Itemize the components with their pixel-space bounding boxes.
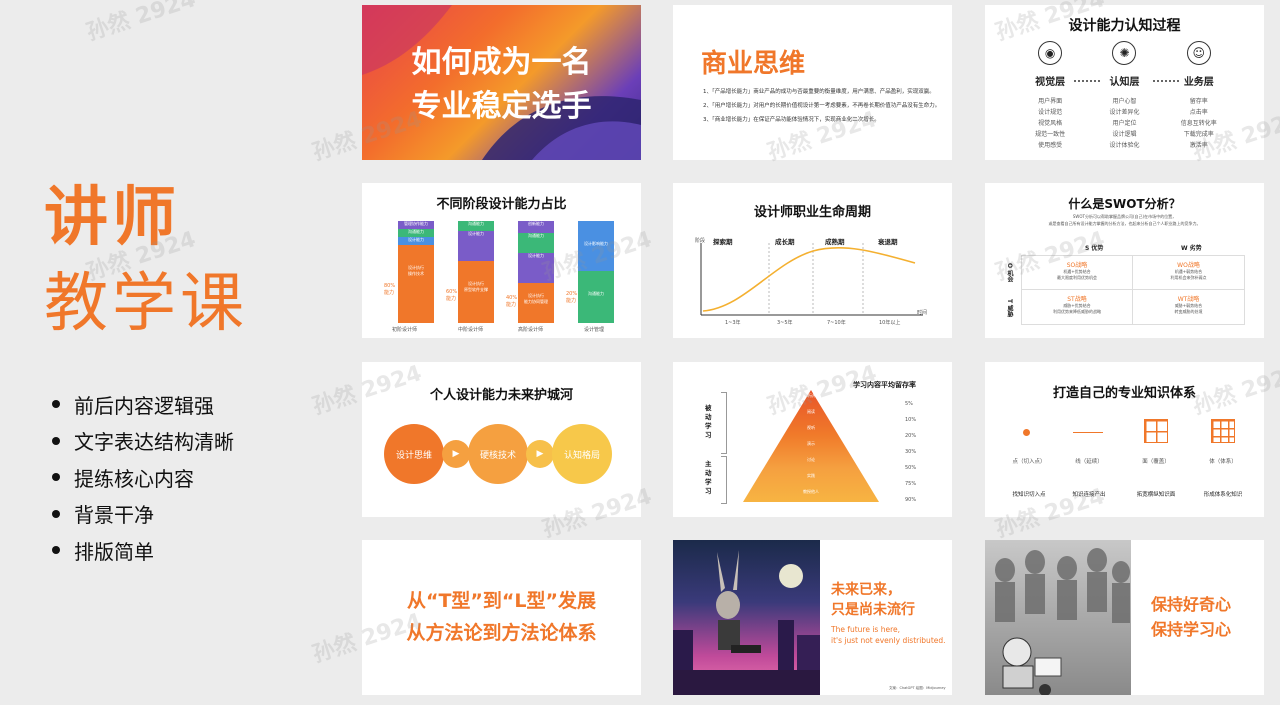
future-en1: The future is here,	[831, 625, 900, 634]
bullet-icon	[52, 400, 60, 409]
swot-grid: SO战略 机遇+优势结合 最大限度利用优势机会 WO战略 机遇+弱势结合 利用机会来…	[1021, 255, 1245, 325]
eye-icon: ◉	[1038, 41, 1063, 65]
circle-cognition: 认知格局	[552, 424, 612, 484]
active-label: 主动学习	[705, 460, 712, 495]
arrow-icon: ▶	[526, 440, 554, 468]
layer-label: 认知层	[1109, 77, 1140, 88]
bar-label: 中阶设计师	[458, 327, 484, 333]
business-item: 3、「商业增长能力」在保证产品功能体验情况下，实现商业化二次增长。	[703, 117, 880, 123]
phase-label: 探索期	[713, 238, 733, 246]
arrow-icon: ▶	[442, 440, 470, 468]
dot-icon	[1023, 429, 1030, 436]
bullet-icon	[52, 546, 60, 555]
slide-moat[interactable]: 个人设计能力未来护城河 设计思维 ▶ 硬核技术 ▶ 认知格局	[362, 362, 641, 517]
curiosity-line1: 保持好奇心	[1151, 595, 1232, 614]
intro-title-line2: 教学课	[44, 267, 248, 341]
slide-curiosity[interactable]: 保持好奇心 保持学习心	[985, 540, 1264, 695]
feature-item: 排版简单	[52, 532, 234, 569]
feature-item: 前后内容逻辑强	[52, 386, 234, 423]
intro-title-line1: 讲师	[44, 181, 180, 255]
cover-line2: 专业稳定选手	[411, 89, 592, 124]
slide-title: 商业思维	[701, 49, 806, 79]
slide-learning-pyramid[interactable]: 学习内容平均留存率 被动学习 主动学习 听讲 阅读 视听 演示 讨论 实践 教授…	[673, 362, 952, 517]
business-item: 1、「产品增长能力」商业产品的成功与否最重要的衡量维度，用户满意、产品盈利，实现…	[703, 89, 935, 95]
slide-future[interactable]: 未来已来， 只是尚未流行 The future is here, it's ju…	[673, 540, 952, 695]
cover-line1: 如何成为一名	[411, 45, 592, 80]
robot-illustration	[985, 540, 1131, 695]
future-line1: 未来已来，	[831, 582, 901, 598]
pyramid: 听讲 阅读 视听 演示 讨论 实践 教授他人	[743, 390, 879, 502]
bar-label: 高阶设计师	[518, 327, 544, 333]
feature-item: 背景干净	[52, 496, 234, 533]
slide-t-to-l[interactable]: 从“T型”到“L型”发展 从方法论到方法论体系	[362, 540, 641, 695]
plane-icon	[1144, 419, 1168, 443]
connector-dots	[1074, 80, 1100, 82]
slide-ability-ratio[interactable]: 不同阶段设计能力占比 管理协作能力 沟通能力 设计能力 设计执行 操作技术 80…	[362, 183, 641, 338]
phase-label: 成熟期	[825, 238, 845, 246]
users-icon: ☺	[1186, 41, 1211, 65]
y-axis-label: 阶段	[695, 238, 706, 244]
bullet-icon	[52, 509, 60, 518]
bullet-icon	[52, 473, 60, 482]
brain-icon: ✺	[1112, 41, 1137, 65]
future-line2: 只是尚未流行	[831, 602, 915, 618]
passive-label: 被动学习	[705, 404, 712, 439]
slide-design-cognition[interactable]: 设计能力认知过程 ◉ 视觉层 用户界面 设计规范 视觉风格 规范一致性 使用感受 ✺ 认…	[985, 5, 1264, 160]
stacked-bar: 创新能力 沟通能力 设计能力 设计执行 能力协同管理	[518, 221, 554, 323]
circle-design-thinking: 设计思维	[384, 424, 444, 484]
slide-line2: 从方法论到方法论体系	[406, 622, 597, 644]
city-scene-graphic	[673, 550, 820, 695]
line-icon	[1073, 432, 1103, 433]
slide-title: 什么是SWOT分析？	[1068, 197, 1181, 211]
slide-swot[interactable]: 什么是SWOT分析？ SWOT分析可以帮助掌握品牌公司(自己)在市场中的位置， …	[985, 183, 1264, 338]
cyberpunk-illustration	[673, 540, 820, 695]
business-item: 2、「用户增长能力」对用户的长期价值视设计第一考虑要素，不再卷长期价值功产品没有…	[703, 103, 941, 109]
intro-panel: 讲师 教学课 前后内容逻辑强 文字表达结构清晰 提练核心内容 背景干净 排版简单	[0, 0, 350, 705]
x-axis-label: 时间	[917, 310, 928, 316]
slide-line1: 从“T型”到“L型”发展	[406, 590, 597, 612]
layer-label: 视觉层	[1035, 77, 1066, 88]
slide-title: 不同阶段设计能力占比	[436, 197, 567, 212]
connector-dots	[1153, 80, 1179, 82]
slide-title: 个人设计能力未来护城河	[429, 388, 573, 403]
slide-knowledge-system[interactable]: 打造自己的专业知识体系 点（切入点） 线（延续） 面（覆盖） 体（体系） 找知识…	[985, 362, 1264, 517]
future-en2: it's just not evenly distributed.	[831, 636, 946, 645]
phase-label: 衰退期	[878, 238, 898, 246]
feature-item: 文字表达结构清晰	[52, 423, 234, 460]
circle-hard-skills: 硬核技术	[468, 424, 528, 484]
robots-sketch-graphic	[995, 548, 1130, 695]
feature-item: 提练核心内容	[52, 459, 234, 496]
feature-list: 前后内容逻辑强 文字表达结构清晰 提练核心内容 背景干净 排版简单	[52, 386, 234, 569]
slide-career-lifecycle[interactable]: 设计师职业生命周期 阶段 时间 探索期 成长期 成熟期 衰退期 1~3年 3~5…	[673, 183, 952, 338]
stacked-bar: 管理协作能力 沟通能力 设计能力 设计执行 操作技术	[398, 221, 434, 323]
lifecycle-curve	[700, 243, 923, 316]
bar-label: 设计管理	[584, 327, 605, 333]
slide-title: 打造自己的专业知识体系	[1052, 386, 1196, 401]
cube-icon	[1211, 419, 1235, 443]
credit-text: 文案：ChatGPT 绘图：Midjourney	[889, 686, 946, 690]
slide-business-thinking[interactable]: 商业思维 1、「产品增长能力」商业产品的成功与否最重要的衡量维度，用户满意、产品…	[673, 5, 952, 160]
stacked-bar: 设计影响能力 沟通能力	[578, 221, 614, 323]
bar-label: 初阶设计师	[392, 327, 418, 333]
bullet-icon	[52, 436, 60, 445]
slide-title: 设计能力认知过程	[1068, 18, 1181, 34]
phase-label: 成长期	[775, 238, 795, 246]
slide-title: 学习内容平均留存率	[853, 381, 916, 389]
slide-cover[interactable]: 如何成为一名 专业稳定选手	[362, 5, 641, 160]
stacked-bar: 沟通能力 设计能力 设计执行 原型软件支撑	[458, 221, 494, 323]
curiosity-line2: 保持学习心	[1151, 620, 1232, 639]
